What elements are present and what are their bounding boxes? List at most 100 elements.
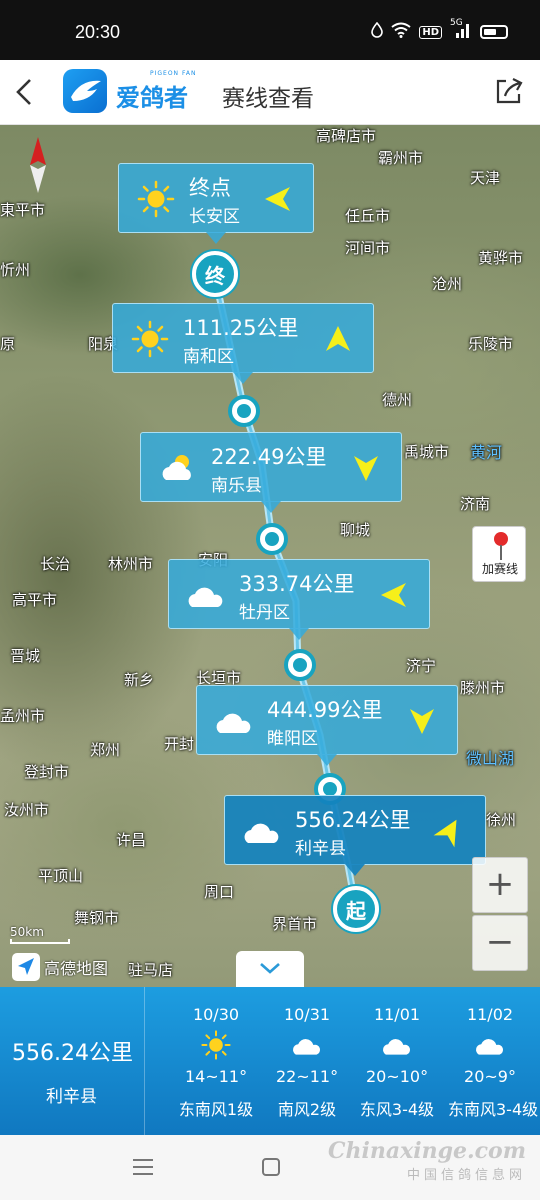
page-title: 赛线查看 xyxy=(222,86,314,112)
map-city-label: 济南 xyxy=(460,495,491,513)
chevron-down-icon xyxy=(260,963,280,974)
cloudy-icon xyxy=(213,701,255,741)
card-place: 牡丹区 xyxy=(239,603,290,623)
home-square-icon xyxy=(262,1158,280,1176)
compass-icon xyxy=(28,137,48,193)
map-city-label: 界首市 xyxy=(272,915,318,933)
navigation-arrow-icon xyxy=(12,953,40,981)
forecast-temp: 22~11° xyxy=(275,1067,339,1086)
scale-label: 50km xyxy=(10,925,44,939)
card-place: 睢阳区 xyxy=(267,729,318,749)
map-city-label: 天津 xyxy=(470,169,501,187)
forecast-wind: 东风3-4级 xyxy=(359,1100,435,1119)
summary-distance: 556.24公里 xyxy=(12,1041,133,1066)
back-arrow-icon xyxy=(16,79,31,105)
forecast-temp: 14~11° xyxy=(184,1067,248,1086)
watermark-main: Chinaxinge.com xyxy=(328,1138,526,1164)
map-city-label: 新乡 xyxy=(124,671,155,689)
selected-location-summary: 556.24公里 利辛县 xyxy=(0,987,145,1135)
map-city-label: 忻州 xyxy=(0,261,31,279)
menu-icon xyxy=(133,1159,153,1175)
end-marker[interactable]: 终 xyxy=(192,251,238,297)
map-city-label: 林州市 xyxy=(108,555,154,573)
weather-panel: 556.24公里 利辛县 10/30 14~11° 东南风1级 10/31 22… xyxy=(0,987,540,1135)
signal-icon: 5G xyxy=(450,18,472,42)
forecast-wind: 东南风3-4级 xyxy=(448,1100,539,1119)
route-waypoint[interactable] xyxy=(228,395,260,427)
zoom-out-button[interactable]: − xyxy=(472,915,528,971)
card-place: 利辛县 xyxy=(295,839,346,859)
brand-name: 爱鸽者 xyxy=(116,84,188,112)
add-race-line-label: 加赛线 xyxy=(481,562,518,576)
watermark: Chinaxinge.com 中国信鸽信息网 xyxy=(328,1138,526,1183)
share-button[interactable] xyxy=(492,74,526,108)
hd-icon: HD xyxy=(419,25,442,39)
wind-arrow-icon xyxy=(433,814,467,848)
map-provider-logo: 高德地图 xyxy=(12,953,108,981)
map-city-label: 舞钢市 xyxy=(74,909,120,927)
map-city-label: 河间市 xyxy=(345,239,391,257)
start-marker[interactable]: 起 xyxy=(333,886,379,932)
route-card[interactable]: 333.74公里 牡丹区 xyxy=(168,559,430,640)
map-provider-name: 高德地图 xyxy=(44,959,109,978)
map-city-label: 聊城 xyxy=(340,521,371,539)
route-card[interactable]: 222.49公里 南乐县 xyxy=(140,432,402,513)
forecast-date: 10/31 xyxy=(283,1005,331,1024)
wind-arrow-icon xyxy=(377,578,411,612)
map-city-label: 孟州市 xyxy=(0,707,46,725)
cloudy-icon xyxy=(241,811,283,851)
map-scale: 50km xyxy=(10,925,70,944)
map-city-label: 高平市 xyxy=(12,591,58,609)
map-water-label: 黄河 xyxy=(470,443,503,462)
map-city-label: 平顶山 xyxy=(38,867,84,885)
map-city-label: 沧州 xyxy=(432,275,463,293)
map-city-label: 许昌 xyxy=(116,831,147,849)
card-place: 南和区 xyxy=(183,347,234,367)
forecast-date: 11/02 xyxy=(466,1005,514,1024)
app-logo xyxy=(63,69,107,113)
back-button[interactable] xyxy=(10,74,46,110)
map-city-label: 汝州市 xyxy=(4,801,50,819)
add-race-line-button[interactable]: 加赛线 xyxy=(472,526,526,582)
route-waypoint[interactable] xyxy=(256,523,288,555)
map-city-label: 驻马店 xyxy=(128,961,174,979)
collapse-panel-button[interactable] xyxy=(236,951,304,987)
zoom-in-button[interactable]: + xyxy=(472,857,528,913)
share-icon xyxy=(496,78,523,104)
map-city-label: 登封市 xyxy=(24,763,70,781)
route-card-selected[interactable]: 556.24公里 利辛县 xyxy=(224,795,486,876)
recent-apps-button[interactable] xyxy=(130,1155,156,1179)
route-card[interactable]: 111.25公里 南和区 xyxy=(112,303,374,384)
wind-arrow-icon xyxy=(261,182,295,216)
wind-arrow-icon xyxy=(321,322,355,356)
scale-line xyxy=(10,939,70,944)
forecast-wind: 东南风1级 xyxy=(178,1100,254,1119)
home-button[interactable] xyxy=(258,1155,284,1179)
map-city-label: 周口 xyxy=(204,883,235,901)
app-header: PIGEON FAN 爱鸽者 赛线查看 xyxy=(0,60,540,125)
watermark-sub: 中国信鸽信息网 xyxy=(406,1168,526,1183)
forecast-day: 10/31 22~11° 南风2级 xyxy=(257,987,357,1135)
brand-subtitle: PIGEON FAN xyxy=(150,70,197,77)
status-icons: HD 5G xyxy=(371,18,508,42)
map-view[interactable]: 高碑店市 霸州市 天津 東平市 任丘市 河间市 黄骅市 忻州 沧州原阳泉 乐陵市 德州 禹城市 济南 聊城… xyxy=(0,125,540,987)
wind-arrow-icon xyxy=(349,451,383,485)
drop-icon xyxy=(371,21,384,42)
map-city-label: 乐陵市 xyxy=(468,335,514,353)
route-card-end[interactable]: 终点 长安区 xyxy=(118,163,314,244)
map-city-label: 德州 xyxy=(382,391,413,409)
partly-cloudy-icon xyxy=(157,448,199,488)
cloudy-icon xyxy=(472,1029,508,1061)
cloudy-icon xyxy=(379,1029,415,1061)
forecast-day: 10/30 14~11° 东南风1级 xyxy=(166,987,266,1135)
battery-icon xyxy=(480,25,508,39)
forecast-temp: 20~9° xyxy=(464,1067,516,1086)
route-card[interactable]: 444.99公里 睢阳区 xyxy=(196,685,458,766)
sunny-icon xyxy=(135,179,177,219)
card-place: 长安区 xyxy=(189,207,240,227)
map-city-label: 徐州 xyxy=(486,811,517,829)
summary-place: 利辛县 xyxy=(46,1087,97,1107)
route-waypoint[interactable] xyxy=(284,649,316,681)
map-water-label: 微山湖 xyxy=(466,749,515,768)
sunny-icon xyxy=(198,1029,234,1061)
